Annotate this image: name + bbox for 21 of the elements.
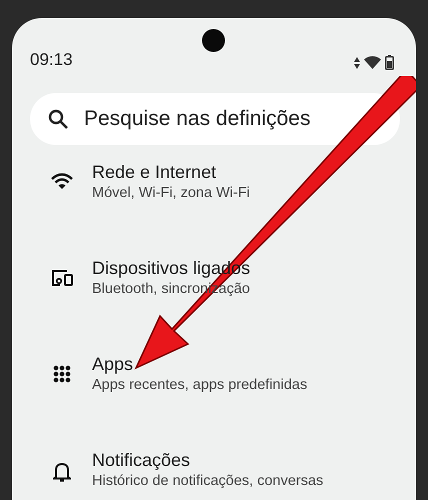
status-time: 09:13 [30, 48, 73, 70]
settings-item[interactable]: Notificações Histórico de notificações, conversas [12, 449, 416, 500]
item-title: Notificações [92, 449, 192, 471]
battery-icon [385, 55, 394, 70]
devices-icon [50, 269, 74, 287]
item-title: Apps [92, 353, 134, 375]
settings-item[interactable]: Apps Apps recentes, apps predefinidas [12, 353, 416, 449]
search-field[interactable]: Pesquise nas definições [30, 93, 400, 145]
search-input[interactable]: Pesquise nas definições [84, 103, 316, 135]
camera-hole [202, 29, 225, 52]
item-subtitle: Histórico de notificações, conversas [92, 472, 324, 491]
item-title: Rede e Internet [92, 161, 218, 183]
wifi-icon [364, 56, 381, 69]
settings-item[interactable]: Rede e Internet Móvel, Wi-Fi, zona Wi-Fi [12, 161, 416, 257]
data-arrows-icon [354, 56, 360, 68]
item-subtitle: Apps recentes, apps predefinidas [92, 376, 308, 395]
app-grid-icon [53, 365, 71, 383]
bell-icon [53, 461, 71, 483]
wifi-icon [51, 173, 73, 190]
search-icon [48, 109, 68, 129]
item-subtitle: Móvel, Wi-Fi, zona Wi-Fi [92, 184, 250, 203]
